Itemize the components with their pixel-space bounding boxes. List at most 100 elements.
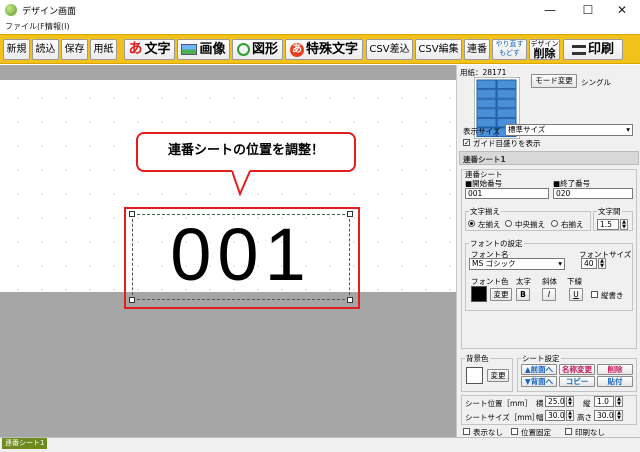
font-name-select[interactable]: MS ゴシック ▾ [469, 258, 565, 270]
x-spinner[interactable]: ▲ ▼ [566, 396, 574, 407]
end-number-input[interactable]: 020 [553, 188, 633, 199]
close-button[interactable]: ✕ [604, 0, 640, 20]
print-button[interactable]: 印刷 [563, 39, 623, 60]
no-print-label: 印刷なし [575, 428, 605, 437]
font-size-input[interactable]: 40 [581, 258, 597, 269]
font-color-change-button[interactable]: 変更 [490, 288, 512, 301]
underline-label: 下線 [567, 277, 582, 286]
size-label: シートサイズ［mm］ [465, 413, 540, 422]
text-button[interactable]: あ文字 [124, 39, 175, 60]
x-input[interactable]: 25.0 [545, 396, 565, 407]
font-color-swatch[interactable] [471, 286, 487, 302]
load-button[interactable]: 読込 [32, 39, 59, 60]
menu-bar: ファイル(F) 情報(I) [0, 20, 640, 34]
delete-button[interactable]: 削除 [597, 364, 633, 375]
align-left-radio[interactable] [468, 220, 475, 227]
y-input[interactable]: 1.0 [594, 396, 614, 407]
height-spinner[interactable]: ▲ ▼ [615, 410, 623, 421]
width-input[interactable]: 30.0 [545, 410, 565, 421]
width-spinner[interactable]: ▲ ▼ [566, 410, 574, 421]
start-number-input[interactable]: 001 [465, 188, 549, 199]
spacing-spinner[interactable]: ▲ ▼ [620, 219, 628, 230]
design-delete-label: 削除 [533, 47, 556, 60]
csv-edit-button[interactable]: CSV編集 [415, 39, 462, 60]
hide-label: 表示なし [473, 428, 503, 437]
printer-icon [571, 44, 586, 55]
image-button[interactable]: 画像 [177, 39, 230, 60]
save-button[interactable]: 保存 [61, 39, 88, 60]
align-left-label: 左揃え [478, 220, 501, 229]
position-label: シート位置［mm］ [465, 399, 533, 408]
preview-cell [476, 79, 497, 90]
spacing-label: 文字間 [597, 206, 622, 217]
y-spinner[interactable]: ▲ ▼ [615, 396, 623, 407]
display-size-label: 表示サイズ [463, 127, 501, 136]
menu-file[interactable]: ファイル(F) [5, 21, 48, 32]
status-bar [0, 437, 640, 452]
paper-button[interactable]: 用紙 [90, 39, 117, 60]
font-name-value: MS ゴシック [472, 259, 516, 268]
undo-label[interactable]: もどす [493, 49, 526, 58]
spacing-input[interactable]: 1.5 [597, 219, 619, 230]
send-back-button[interactable]: ▼背面へ [521, 376, 557, 387]
y-label: 縦 [583, 399, 591, 408]
italic-label: 斜体 [542, 277, 557, 286]
maximize-button[interactable]: ☐ [570, 0, 606, 20]
bg-color-swatch[interactable] [466, 367, 483, 384]
bold-button[interactable]: B [516, 288, 530, 301]
preview-cell [476, 108, 497, 118]
properties-panel: 用紙：28171 モード変更 シングル 表示サイズ 標準サイズ ▾ ✓ ガイド目… [456, 65, 640, 437]
vertical-label: 縦書き [601, 291, 624, 300]
bring-front-button[interactable]: ▲前面へ [521, 364, 557, 375]
bg-color-label: 背景色 [465, 353, 490, 364]
guide-checkbox[interactable]: ✓ [463, 139, 470, 147]
minimize-button[interactable]: — [532, 0, 568, 20]
width-label: 幅 [536, 413, 544, 422]
preview-cell [476, 89, 497, 99]
chevron-down-icon: ▾ [558, 259, 562, 268]
csv-insert-button[interactable]: CSV差込 [366, 39, 413, 60]
align-center-label: 中央揃え [515, 220, 545, 229]
new-button[interactable]: 新規 [3, 39, 30, 60]
section-header: 連番シート1 [459, 151, 639, 165]
print-button-label: 印刷 [587, 42, 614, 57]
special-text-button[interactable]: あ特殊文字 [285, 39, 363, 60]
redo-undo-button[interactable]: やり直す もどす [492, 39, 527, 60]
font-size-spinner[interactable]: ▲ ▼ [598, 258, 606, 269]
image-button-label: 画像 [199, 42, 226, 57]
display-size-select[interactable]: 標準サイズ ▾ [505, 124, 633, 136]
fix-position-checkbox[interactable] [511, 428, 518, 435]
font-group-label: フォントの設定 [469, 238, 524, 249]
height-input[interactable]: 30.0 [594, 410, 614, 421]
callout-text: 連番シートの位置を調整！ [167, 143, 324, 158]
hiragana-a-icon: あ [128, 41, 143, 57]
bg-color-change-button[interactable]: 変更 [487, 369, 509, 382]
sheet-settings-label: シート設定 [521, 353, 561, 364]
serial-number-text[interactable]: 001 [132, 210, 350, 300]
x-label: 横 [536, 399, 544, 408]
redo-label[interactable]: やり直す [493, 40, 526, 49]
menu-info[interactable]: 情報(I) [45, 21, 70, 32]
no-print-checkbox[interactable] [565, 428, 572, 435]
chevron-down-icon: ▾ [626, 125, 630, 134]
hide-checkbox[interactable] [463, 428, 470, 435]
design-delete-button[interactable]: デザイン 削除 [529, 39, 560, 60]
text-button-label: 文字 [144, 42, 171, 57]
align-right-radio[interactable] [551, 220, 558, 227]
fix-position-label: 位置固定 [521, 428, 551, 437]
copy-button[interactable]: コピー [559, 376, 595, 387]
shape-button-label: 図形 [251, 42, 278, 57]
preview-cell [496, 79, 517, 90]
shape-button[interactable]: 図形 [232, 39, 283, 60]
rename-button[interactable]: 名称変更 [559, 364, 595, 375]
serial-button[interactable]: 連番 [464, 39, 490, 60]
vertical-checkbox[interactable] [591, 291, 598, 298]
paste-button[interactable]: 貼付 [597, 376, 633, 387]
align-center-radio[interactable] [505, 220, 512, 227]
window-title: デザイン画面 [22, 7, 77, 17]
height-label: 高さ [577, 413, 592, 422]
sheet-tab[interactable]: 連番シート1 [2, 438, 48, 449]
mode-change-button[interactable]: モード変更 [531, 74, 577, 88]
underline-button[interactable]: U [569, 288, 583, 301]
italic-button[interactable]: I [542, 288, 556, 301]
